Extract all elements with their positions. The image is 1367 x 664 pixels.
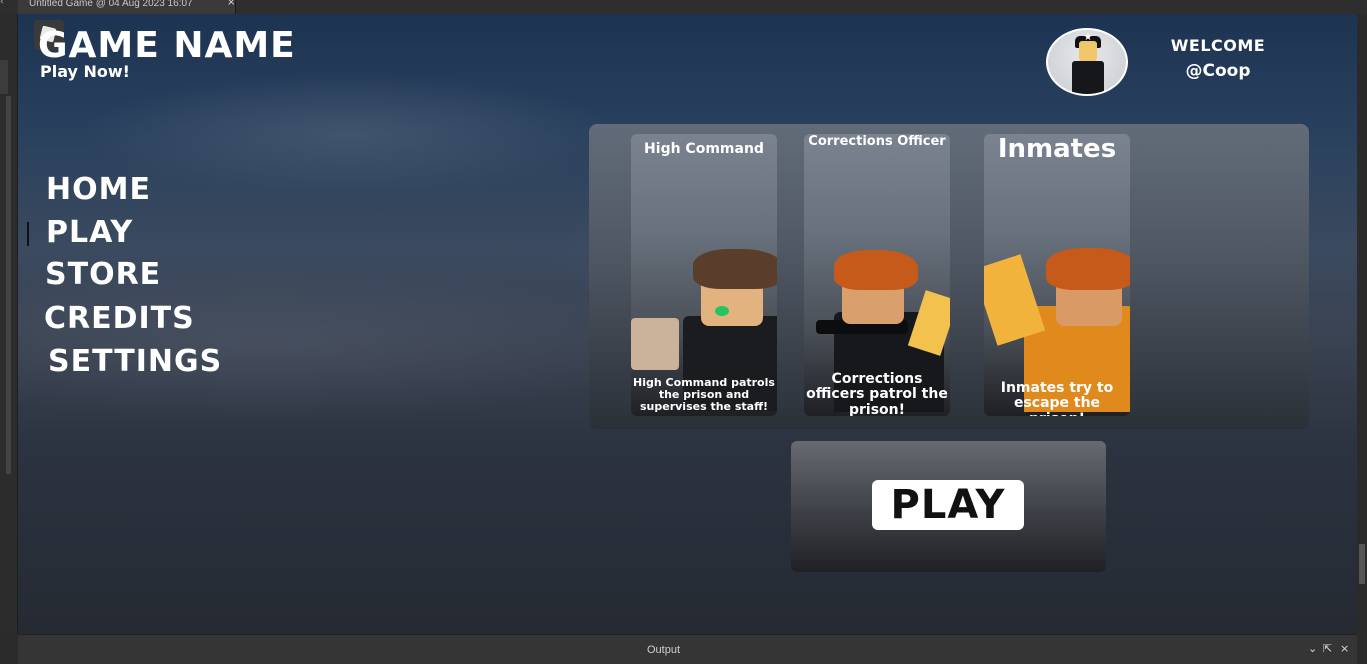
nav-home[interactable]: HOME [46, 172, 151, 207]
studio-right-panel [1357, 14, 1367, 634]
nav-settings[interactable]: SETTINGS [48, 344, 222, 379]
tab-scroll-left-icon[interactable]: ‹ [0, 0, 8, 11]
left-panel-handle[interactable] [0, 60, 8, 94]
team-description: High Command patrols the prison and supe… [633, 376, 775, 414]
team-title: Corrections Officer [808, 134, 946, 149]
team-description: Corrections officers patrol the prison! [806, 371, 948, 416]
team-card-high-command[interactable]: High Command High Command patrols the pr… [631, 134, 777, 416]
nav-credits[interactable]: CREDITS [44, 301, 195, 336]
team-description: Inmates try to escape the prison! [1000, 380, 1114, 416]
team-select-panel: High Command High Command patrols the pr… [589, 124, 1309, 429]
left-panel-scrollbar[interactable] [6, 96, 11, 474]
game-viewport: GAME NAME Play Now! ★ WELCOME @Coop HOME… [18, 14, 1357, 634]
nav-store[interactable]: STORE [45, 257, 161, 292]
play-panel: PLAY [791, 441, 1106, 572]
avatar-body [1072, 61, 1104, 94]
team-title: Inmates [997, 134, 1117, 164]
tab-untitled-game[interactable]: Untitled Game @ 04 Aug 2023 16:07 × [18, 0, 236, 14]
studio-tab-bar: ‹ Untitled Game @ 04 Aug 2023 16:07 × [0, 0, 1367, 14]
nav-active-indicator [27, 222, 29, 246]
chevron-down-icon[interactable]: ⌄ [1308, 643, 1317, 655]
play-button[interactable]: PLAY [872, 480, 1024, 530]
output-panel: Output ⌄ ⇱ × [18, 634, 1357, 664]
close-icon[interactable]: × [1340, 643, 1349, 655]
avatar-head [1079, 41, 1097, 61]
nav-play[interactable]: PLAY [46, 215, 133, 250]
team-title: High Command [644, 141, 764, 157]
right-panel-scrollbar[interactable] [1359, 544, 1365, 584]
team-card-inmates[interactable]: Inmates Inmates try to escape the prison… [984, 134, 1130, 416]
avatar: ★ [1046, 28, 1128, 96]
tab-title: Untitled Game @ 04 Aug 2023 16:07 [29, 0, 193, 9]
game-title: GAME NAME [38, 25, 296, 66]
tab-close-icon[interactable]: × [227, 0, 235, 8]
username-label: @Coop [1185, 61, 1251, 81]
team-card-corrections-officer[interactable]: Corrections Officer Corrections officers… [804, 134, 950, 416]
studio-left-panel [0, 14, 18, 634]
output-title: Output [646, 644, 681, 656]
game-subtitle: Play Now! [40, 62, 130, 81]
undock-icon[interactable]: ⇱ [1323, 643, 1332, 655]
welcome-label: WELCOME [1170, 36, 1266, 55]
